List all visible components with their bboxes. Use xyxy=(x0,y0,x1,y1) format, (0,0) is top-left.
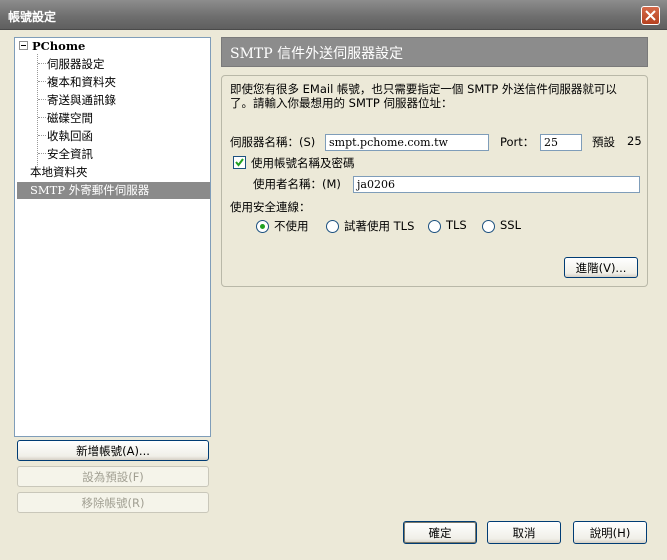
tree-item-composition-addressing[interactable]: 寄送與通訊錄 xyxy=(47,92,116,108)
add-account-button[interactable]: 新增帳號(A)... xyxy=(17,440,209,461)
window-title: 帳號設定 xyxy=(8,10,57,24)
tree-item-copies-folders[interactable]: 複本和資料夾 xyxy=(47,74,116,90)
radio-security-tls-label: TLS xyxy=(446,218,467,232)
security-label: 使用安全連線： xyxy=(230,200,311,214)
radio-security-ssl[interactable] xyxy=(482,220,495,233)
radio-security-none[interactable] xyxy=(256,220,269,233)
username-label: 使用者名稱：(M) xyxy=(253,177,341,191)
set-default-button[interactable]: 設為預設(F) xyxy=(17,466,209,487)
tree-item-smtp[interactable]: SMTP 外寄郵件伺服器 xyxy=(30,182,149,198)
server-name-label: 伺服器名稱：(S) xyxy=(230,135,316,149)
radio-security-tls[interactable] xyxy=(428,220,441,233)
radio-security-try-tls[interactable] xyxy=(326,220,339,233)
section-title: SMTP 信件外送伺服器設定 xyxy=(230,46,404,62)
checkmark-icon xyxy=(235,158,244,167)
username-input[interactable]: ja0206 xyxy=(353,176,640,193)
close-button[interactable] xyxy=(641,6,660,25)
tree-item-disk-space[interactable]: 磁碟空間 xyxy=(47,110,93,126)
description-line-2: 了。請輸入你最想用的 SMTP 伺服器位址： xyxy=(230,96,453,110)
tree-item-local-folders[interactable]: 本地資料夾 xyxy=(30,164,88,180)
tree-item-server-settings[interactable]: 伺服器設定 xyxy=(47,56,105,72)
collapse-toggle-icon[interactable] xyxy=(19,41,28,50)
help-button[interactable]: 說明(H) xyxy=(573,521,647,544)
port-input[interactable]: 25 xyxy=(540,134,582,151)
tree-item-security[interactable]: 安全資訊 xyxy=(47,146,93,162)
cancel-button[interactable]: 取消 xyxy=(487,521,561,544)
advanced-button[interactable]: 進階(V)... xyxy=(564,257,638,278)
radio-security-ssl-label: SSL xyxy=(500,218,522,232)
tree-guide-line xyxy=(37,54,38,167)
tree-item-pchome[interactable]: PChome xyxy=(32,39,85,53)
title-bar: 帳號設定 xyxy=(0,0,667,30)
section-header: SMTP 信件外送伺服器設定 xyxy=(221,37,648,67)
radio-security-try-tls-label: 試著使用 TLS xyxy=(344,219,415,233)
account-tree: PChome 伺服器設定 複本和資料夾 寄送與通訊錄 磁碟空間 收執回函 安全資… xyxy=(14,37,211,437)
default-port-value: 25 xyxy=(627,134,642,148)
close-icon xyxy=(645,10,656,21)
tree-item-return-receipts[interactable]: 收執回函 xyxy=(47,128,93,144)
port-label: Port： xyxy=(500,135,535,149)
default-port-label: 預設 xyxy=(592,135,615,149)
use-auth-checkbox[interactable] xyxy=(233,156,246,169)
remove-account-button[interactable]: 移除帳號(R) xyxy=(17,492,209,513)
radio-security-none-label: 不使用 xyxy=(274,219,309,233)
use-auth-label: 使用帳號名稱及密碼 xyxy=(251,156,355,170)
server-name-input[interactable]: smpt.pchome.com.tw xyxy=(325,134,489,151)
ok-button[interactable]: 確定 xyxy=(403,521,477,544)
